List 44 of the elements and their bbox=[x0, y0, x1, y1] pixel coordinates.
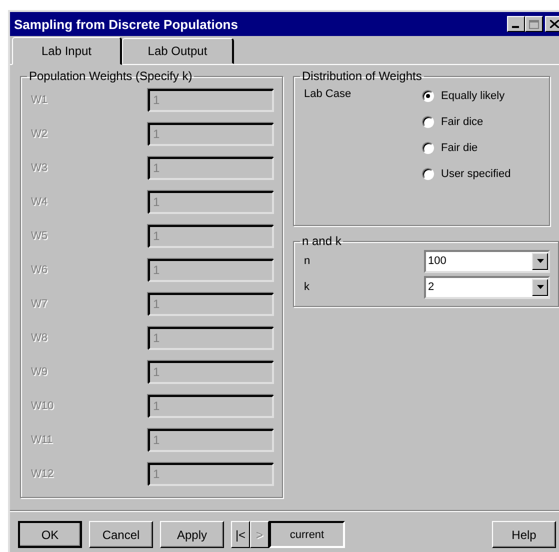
radio-button[interactable] bbox=[422, 142, 434, 154]
radio-button[interactable] bbox=[422, 116, 434, 128]
maximize-button[interactable] bbox=[525, 16, 543, 32]
group-title: Distribution of Weights bbox=[301, 69, 423, 83]
nav-button[interactable]: |< bbox=[231, 521, 250, 548]
weight-label: W3 bbox=[31, 162, 48, 174]
weight-label: W1 bbox=[31, 94, 48, 106]
radio-option[interactable]: Fair die bbox=[422, 137, 511, 158]
radio-option[interactable]: Fair dice bbox=[422, 111, 511, 132]
field-label: k bbox=[304, 281, 310, 293]
close-icon bbox=[550, 20, 558, 28]
weight-label: W7 bbox=[31, 298, 48, 310]
weight-label: W4 bbox=[31, 196, 48, 208]
case-label: Lab Case bbox=[304, 87, 352, 102]
weight-label: W5 bbox=[31, 230, 48, 242]
weight-label: W9 bbox=[31, 366, 48, 378]
weight-label: W12 bbox=[31, 468, 55, 480]
radio-button[interactable] bbox=[422, 168, 434, 180]
group-title: Population Weights (Specify k) bbox=[28, 69, 194, 83]
dialog-button[interactable]: Help bbox=[492, 521, 556, 548]
group-title: n and k bbox=[301, 234, 342, 248]
dropdown-arrow-icon bbox=[536, 259, 544, 263]
dialog-button[interactable]: Cancel bbox=[89, 521, 153, 548]
dialog-button[interactable]: OK bbox=[18, 521, 82, 548]
radio-button[interactable] bbox=[422, 90, 434, 102]
dropdown-arrow-icon bbox=[536, 285, 544, 289]
tab[interactable]: Lab Input bbox=[12, 37, 122, 65]
record-field: current bbox=[269, 521, 345, 548]
tab[interactable]: Lab Output bbox=[122, 38, 234, 64]
close-button[interactable] bbox=[545, 16, 559, 32]
maximize-icon bbox=[529, 20, 539, 28]
dropdown-field[interactable]: 100 bbox=[424, 250, 550, 272]
radio-option[interactable]: Equally likely bbox=[422, 85, 511, 106]
minimize-button[interactable] bbox=[507, 16, 525, 32]
field-label: n bbox=[304, 255, 312, 267]
weight-label: W2 bbox=[31, 128, 48, 140]
dropdown-field[interactable]: 2 bbox=[424, 276, 550, 298]
radio-option[interactable]: User specified bbox=[422, 163, 511, 184]
weight-label: W10 bbox=[31, 400, 55, 412]
weight-label: W8 bbox=[31, 332, 48, 344]
dialog-button[interactable]: Apply bbox=[160, 521, 224, 548]
weight-label: W11 bbox=[31, 434, 54, 446]
window-title: Sampling from Discrete Populations bbox=[14, 16, 238, 32]
weight-label: W6 bbox=[31, 264, 48, 276]
